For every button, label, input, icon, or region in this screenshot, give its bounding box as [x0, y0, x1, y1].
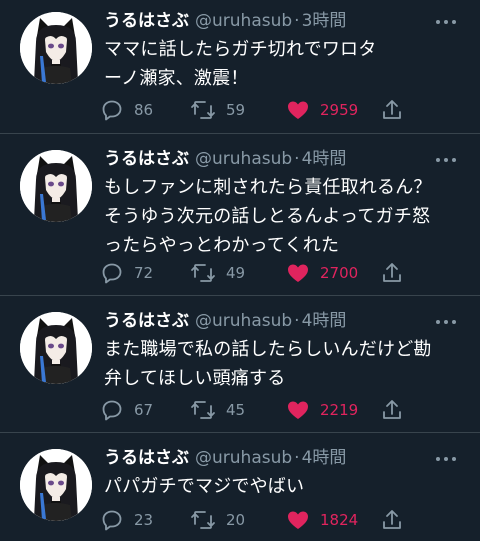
avatar[interactable]: [20, 150, 92, 222]
more-options-icon[interactable]: [434, 154, 458, 166]
user-handle[interactable]: @uruhasub: [195, 448, 292, 468]
avatar[interactable]: [20, 312, 92, 384]
share-icon: [383, 100, 401, 119]
like-count: 2700: [320, 264, 359, 282]
heart-icon: [288, 401, 308, 419]
retweet-button[interactable]: 20: [190, 507, 245, 533]
user-handle[interactable]: @uruhasub: [195, 149, 292, 169]
user-handle[interactable]: @uruhasub: [195, 11, 292, 31]
display-name[interactable]: うるはさぶ: [104, 311, 189, 331]
reply-button[interactable]: 72: [100, 260, 153, 286]
more-options-icon[interactable]: [434, 453, 458, 465]
retweet-count: 45: [226, 401, 246, 419]
retweet-button[interactable]: 45: [190, 397, 245, 423]
like-count: 1824: [320, 511, 359, 529]
like-count: 2219: [320, 401, 359, 419]
more-options-icon[interactable]: [434, 316, 458, 328]
like-button[interactable]: 2700: [286, 260, 358, 286]
reply-button[interactable]: 23: [100, 507, 153, 533]
like-button[interactable]: 1824: [286, 507, 358, 533]
share-icon: [383, 400, 401, 419]
retweet-count: 59: [226, 101, 246, 119]
timestamp[interactable]: 4時間: [302, 311, 347, 331]
reply-count: 67: [134, 401, 154, 419]
reply-count: 86: [134, 101, 154, 119]
retweet-icon: [191, 401, 215, 419]
retweet-button[interactable]: 49: [190, 260, 245, 286]
tweet-text: また職場で私の話したらしいんだけど勘 弁してほしい頭痛する: [104, 339, 432, 389]
display-name[interactable]: うるはさぶ: [104, 448, 189, 468]
share-button[interactable]: [380, 260, 414, 286]
tweet-header: うるはさぶ @uruhasub · 4時間: [104, 148, 346, 170]
tweet-text: ママに話したらガチ切れでワロタ ーノ瀬家、激震！: [104, 39, 377, 89]
share-icon: [383, 510, 401, 529]
retweet-count: 49: [226, 264, 246, 282]
heart-icon: [288, 264, 308, 282]
tweet-header: うるはさぶ @uruhasub · 4時間: [104, 447, 346, 469]
avatar[interactable]: [20, 449, 92, 521]
retweet-icon: [191, 511, 215, 529]
display-name[interactable]: うるはさぶ: [104, 11, 189, 31]
tweet-actions: 23 20 1824: [100, 507, 420, 533]
heart-icon: [288, 511, 308, 529]
separator: ·: [294, 311, 300, 331]
reply-icon: [102, 400, 122, 421]
reply-count: 72: [134, 264, 154, 282]
tweet-actions: 86 59 2959: [100, 97, 420, 123]
retweet-count: 20: [226, 511, 246, 529]
separator: ·: [294, 448, 300, 468]
reply-button[interactable]: 86: [100, 97, 153, 123]
tweet[interactable]: うるはさぶ @uruhasub · 4時間 もしファンに刺されたら責任取れるん？ そう…: [0, 134, 480, 296]
separator: ·: [294, 149, 300, 169]
reply-icon: [102, 100, 122, 121]
display-name[interactable]: うるはさぶ: [104, 149, 189, 169]
more-options-icon[interactable]: [434, 16, 458, 28]
user-handle[interactable]: @uruhasub: [195, 311, 292, 331]
tweet-actions: 72 49 2700: [100, 260, 420, 286]
retweet-button[interactable]: 59: [190, 97, 245, 123]
tweet[interactable]: うるはさぶ @uruhasub · 4時間 パパガチでマジでやばい 23 20 182…: [0, 433, 480, 541]
reply-count: 23: [134, 511, 154, 529]
separator: ·: [294, 11, 300, 31]
retweet-icon: [191, 101, 215, 119]
timestamp[interactable]: 3時間: [302, 11, 347, 31]
tweet-actions: 67 45 2219: [100, 397, 420, 423]
timestamp[interactable]: 4時間: [302, 448, 347, 468]
share-icon: [383, 263, 401, 282]
tweet-header: うるはさぶ @uruhasub · 4時間: [104, 310, 346, 332]
like-button[interactable]: 2219: [286, 397, 358, 423]
like-count: 2959: [320, 101, 359, 119]
reply-icon: [102, 263, 122, 284]
share-button[interactable]: [380, 397, 414, 423]
reply-icon: [102, 510, 122, 531]
tweet-header: うるはさぶ @uruhasub · 3時間: [104, 10, 346, 32]
avatar[interactable]: [20, 12, 92, 84]
heart-icon: [288, 101, 308, 119]
share-button[interactable]: [380, 97, 414, 123]
reply-button[interactable]: 67: [100, 397, 153, 423]
share-button[interactable]: [380, 507, 414, 533]
tweet-text: パパガチでマジでやばい: [104, 476, 305, 497]
retweet-icon: [191, 264, 215, 282]
tweet-text: もしファンに刺されたら責任取れるん？ そうゆう次元の話しとるんよってガチ怒 った…: [104, 177, 432, 256]
timestamp[interactable]: 4時間: [302, 149, 347, 169]
like-button[interactable]: 2959: [286, 97, 358, 123]
tweet[interactable]: うるはさぶ @uruhasub · 3時間 ママに話したらガチ切れでワロタ ーノ瀬家、…: [0, 0, 480, 134]
tweet[interactable]: うるはさぶ @uruhasub · 4時間 また職場で私の話したらしいんだけど勘 弁し…: [0, 296, 480, 433]
